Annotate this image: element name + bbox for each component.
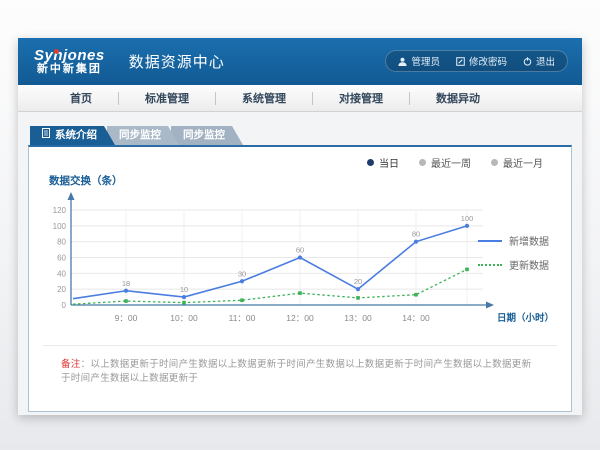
user-label: 管理员 [411,54,440,68]
chart-panel: 当日 最近一周 最近一月 数据交换（条） 20 40 60 80 100 120 0 9：00… [28,145,572,412]
radio-dot-icon [367,159,374,166]
svg-text:14：00: 14：00 [402,313,430,323]
nav-item-home[interactable]: 首页 [44,90,118,106]
svg-text:10: 10 [180,285,188,294]
edit-icon [456,57,465,66]
svg-text:100: 100 [53,222,67,231]
svg-text:80: 80 [412,230,420,239]
filter-today[interactable]: 当日 [367,155,399,170]
nav-item-system-mgmt[interactable]: 系统管理 [216,90,312,106]
svg-text:60: 60 [296,246,304,255]
svg-text:80: 80 [57,238,66,247]
svg-text:100: 100 [461,214,474,223]
logo-line1: Synjones [34,48,105,64]
footnote-prefix: 备注 [61,359,81,370]
tab-label: 同步监控 [183,126,225,145]
svg-text:60: 60 [57,254,66,263]
tab-sync-monitor-1[interactable]: 同步监控 [107,126,179,145]
logout-button[interactable]: 退出 [523,54,555,68]
legend-label: 新增数据 [509,233,549,248]
legend-label: 更新数据 [509,257,549,272]
svg-text:20: 20 [57,285,66,294]
power-icon [523,57,532,66]
nav-item-interface-mgmt[interactable]: 对接管理 [313,90,409,106]
tab-bar: 系统介绍 同步监控 同步监控 [30,126,235,145]
filter-label: 最近一月 [503,155,543,170]
logo-accent-dot [54,49,59,54]
radio-dot-icon [419,159,426,166]
svg-text:9：00: 9：00 [115,313,138,323]
document-icon [42,126,50,145]
user-button[interactable]: 管理员 [398,54,440,68]
svg-text:13：00: 13：00 [344,313,372,323]
logo-line2: 新中新集团 [34,64,105,76]
range-filter-group: 当日 最近一周 最近一月 [367,155,543,170]
app-header: Synjones 新中新集团 数据资源中心 管理员 修改密码 退出 [18,38,582,85]
change-password-button[interactable]: 修改密码 [456,54,507,68]
change-password-label: 修改密码 [469,54,507,68]
content-area: 系统介绍 同步监控 同步监控 当日 最近一周 [18,112,582,415]
tab-label: 系统介绍 [55,126,97,145]
nav-item-standard-mgmt[interactable]: 标准管理 [119,90,215,106]
tab-label: 同步监控 [119,126,161,145]
chart-legend: 新增数据 更新数据 [478,233,549,272]
svg-text:日期（小时）: 日期（小时） [497,312,554,324]
radio-dot-icon [491,159,498,166]
brand-logo: Synjones 新中新集团 [30,48,109,75]
page-title: 数据资源中心 [129,51,225,72]
filter-last-week[interactable]: 最近一周 [419,155,471,170]
tab-system-intro[interactable]: 系统介绍 [30,126,115,145]
legend-line-sample [478,264,502,266]
legend-line-sample [478,240,502,242]
filter-label: 最近一周 [431,155,471,170]
svg-text:10：00: 10：00 [170,313,198,323]
filter-label: 当日 [379,155,399,170]
tab-sync-monitor-2[interactable]: 同步监控 [171,126,243,145]
header-user-toolbar: 管理员 修改密码 退出 [385,50,568,72]
svg-text:0: 0 [62,301,67,310]
svg-text:18: 18 [122,279,130,288]
svg-text:12：00: 12：00 [286,313,314,323]
svg-text:20: 20 [354,277,362,286]
footnote-text: ：以上数据更新于时间产生数据以上数据更新于时间产生数据以上数据更新于时间产生数据… [61,359,531,384]
svg-text:11：00: 11：00 [229,313,256,323]
user-icon [398,57,407,66]
nav-item-data-change[interactable]: 数据异动 [410,90,506,106]
app-window: Synjones 新中新集团 数据资源中心 管理员 修改密码 退出 [18,38,582,415]
legend-item-updated-data: 更新数据 [478,257,549,272]
svg-text:30: 30 [238,269,246,278]
main-nav: 首页 标准管理 系统管理 对接管理 数据异动 [18,85,582,112]
filter-last-month[interactable]: 最近一月 [491,155,543,170]
svg-text:40: 40 [57,269,66,278]
footnote: 备注：以上数据更新于时间产生数据以上数据更新于时间产生数据以上数据更新于时间产生… [43,345,557,387]
svg-text:120: 120 [53,206,67,215]
legend-item-new-data: 新增数据 [478,233,549,248]
logout-label: 退出 [536,54,555,68]
y-axis-title: 数据交换（条） [49,173,123,188]
